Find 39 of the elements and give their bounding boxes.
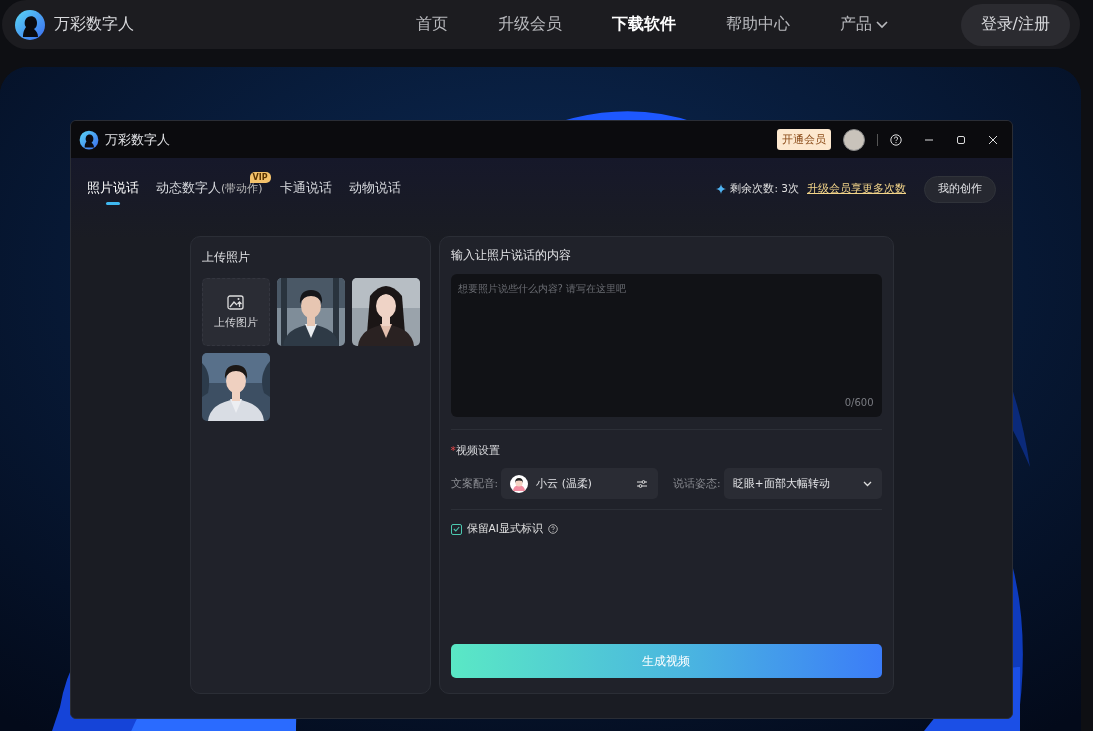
sparkle-icon	[716, 184, 727, 194]
checkbox-label: 保留AI显式标识	[466, 522, 543, 536]
my-creations-button[interactable]: 我的创作	[924, 175, 996, 203]
brand-name: 万彩数字人	[54, 14, 134, 35]
maximize-icon[interactable]	[956, 134, 966, 145]
voice-label: 文案配音:	[450, 476, 500, 491]
nav-link[interactable]: 升级会员	[472, 14, 587, 35]
nav-link[interactable]: 下载软件	[586, 14, 701, 35]
section-title: *视频设置	[450, 444, 501, 458]
character-counter: 0/600	[844, 397, 874, 408]
logo-icon	[79, 129, 99, 150]
checkbox[interactable]	[450, 523, 462, 535]
login-button[interactable]: 登录/注册	[960, 3, 1070, 46]
voice-select[interactable]: 小云 (温柔)	[501, 468, 658, 499]
pose-select[interactable]: 眨眼+面部大幅转动	[723, 468, 882, 499]
tab[interactable]: 照片说话	[87, 179, 139, 205]
remaining-count: 剩余次数: 3次	[730, 182, 799, 196]
close-icon[interactable]	[988, 134, 998, 145]
avatar-icon	[510, 474, 529, 493]
app-title: 万彩数字人	[105, 130, 170, 149]
help-icon[interactable]	[890, 133, 902, 146]
pose-label: 说话姿态:	[673, 476, 722, 491]
avatar-icon[interactable]	[843, 128, 865, 151]
vip-badge: VIP	[249, 171, 271, 183]
nav-link[interactable]: 产品	[814, 14, 876, 35]
panel-title: 输入让照片说话的内容	[450, 247, 572, 264]
vip-button[interactable]: 开通会员	[777, 129, 831, 150]
sliders-icon[interactable]	[636, 478, 648, 489]
info-icon	[547, 524, 558, 534]
upload-image-button[interactable]: 上传图片	[201, 278, 270, 346]
panel-title: 上传照片	[201, 249, 251, 266]
nav-link[interactable]: 帮助中心	[700, 14, 815, 35]
tab[interactable]: 卡通说话	[279, 179, 332, 205]
upgrade-link[interactable]: 升级会员享更多次数	[807, 182, 906, 196]
chevron-down-icon	[862, 480, 872, 487]
logo-icon	[14, 8, 46, 41]
nav-link[interactable]: 首页	[390, 14, 473, 35]
image-upload-icon	[227, 294, 244, 310]
tab[interactable]: 动物说话	[348, 179, 401, 205]
